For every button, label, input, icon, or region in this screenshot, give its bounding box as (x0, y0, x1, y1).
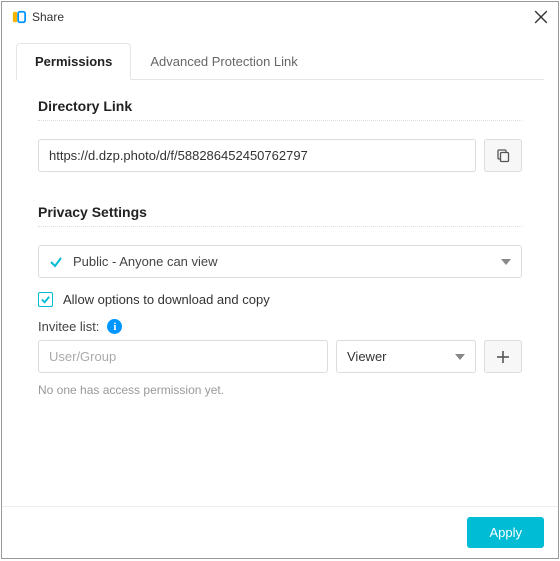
privacy-level-select[interactable]: Public - Anyone can view (38, 245, 522, 278)
directory-link-input[interactable] (38, 139, 476, 172)
invitee-empty-text: No one has access permission yet. (38, 383, 522, 397)
invitee-input[interactable] (38, 340, 328, 373)
caret-down-icon (501, 259, 511, 265)
invitee-list-label: Invitee list: (38, 319, 99, 334)
tab-advanced-protection[interactable]: Advanced Protection Link (131, 43, 316, 80)
close-icon[interactable] (534, 10, 548, 24)
copy-icon (496, 149, 510, 163)
tabs: Permissions Advanced Protection Link (16, 42, 544, 80)
titlebar: Share (2, 2, 558, 32)
tab-permissions[interactable]: Permissions (16, 43, 131, 80)
dialog-footer: Apply (2, 506, 558, 558)
role-select[interactable]: Viewer (336, 340, 476, 373)
allow-download-checkbox[interactable] (38, 292, 53, 307)
role-select-value: Viewer (347, 349, 455, 364)
checkmark-icon (40, 294, 51, 305)
window-title: Share (32, 10, 534, 24)
add-invitee-button[interactable] (484, 340, 522, 373)
info-icon[interactable]: i (107, 319, 122, 334)
app-logo-icon (12, 10, 26, 24)
copy-link-button[interactable] (484, 139, 522, 172)
plus-icon (496, 350, 510, 364)
share-dialog: Share Permissions Advanced Protection Li… (1, 1, 559, 559)
privacy-settings-title: Privacy Settings (38, 204, 522, 227)
directory-link-title: Directory Link (38, 98, 522, 121)
allow-download-label: Allow options to download and copy (63, 292, 270, 307)
privacy-level-value: Public - Anyone can view (73, 254, 501, 269)
tab-content: Directory Link Privacy Settings Public -… (2, 80, 558, 506)
caret-down-icon (455, 354, 465, 360)
apply-button[interactable]: Apply (467, 517, 544, 548)
check-icon (49, 255, 63, 269)
